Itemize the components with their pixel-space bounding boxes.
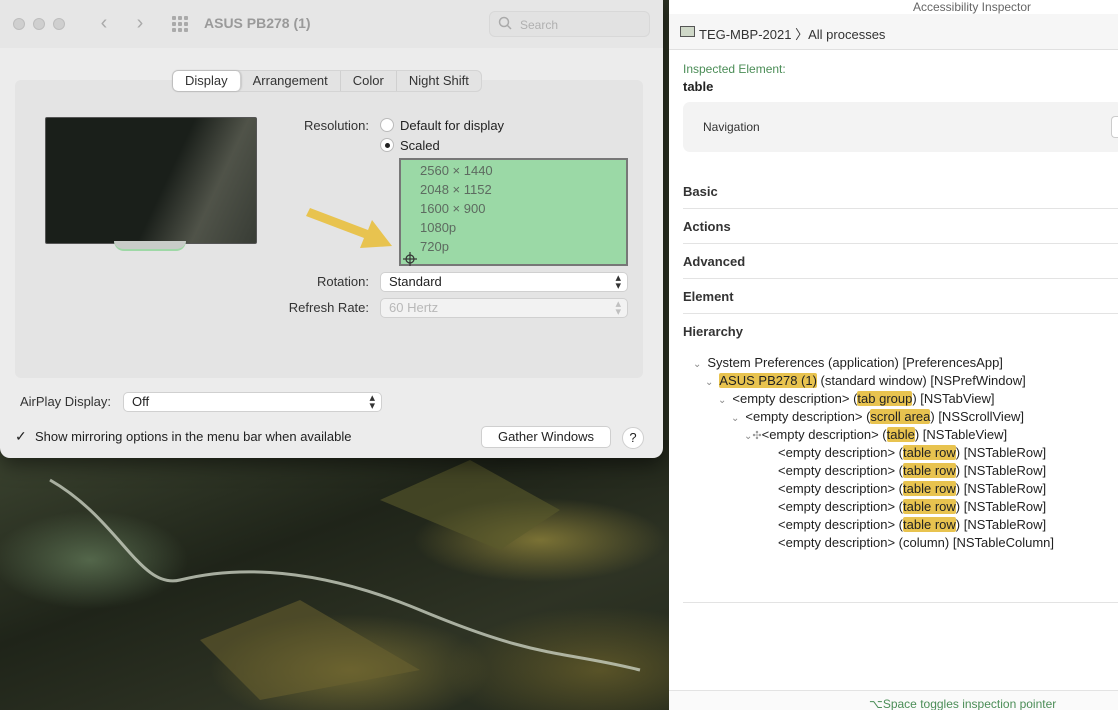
resolution-row-1600[interactable]: 1600 × 900 [420,201,485,216]
breadcrumb-host: TEG-MBP-2021 [699,27,792,42]
scaled-resolution-table[interactable]: 2560 × 1440 2048 × 1152 1600 × 900 1080p… [399,158,628,266]
display-preview [45,117,257,244]
section-element[interactable]: Element [683,279,1118,314]
default-for-display-label: Default for display [400,118,505,133]
airplay-display-popup[interactable]: Off ▴ ▾ [123,392,382,412]
highlight: scroll area [870,409,931,424]
highlight: table row [903,499,956,514]
resolution-row-720p[interactable]: 720p [420,239,449,254]
disclosure-chevron-icon[interactable]: ⌄ [705,377,713,388]
back-chevron-icon[interactable]: ‹ [94,12,114,35]
airplay-display-value: Off [132,394,150,409]
zoom-window-button[interactable] [53,18,65,30]
inspected-element-value: table [683,79,714,94]
computer-icon [680,26,695,37]
tree-row-table-row[interactable]: <empty description> (table row) [NSTable… [778,445,1046,460]
window-title: ASUS PB278 (1) [204,15,311,31]
gather-windows-button[interactable]: Gather Windows [481,426,611,448]
annotation-arrow-icon [306,208,392,248]
divider [683,602,1118,603]
breadcrumb-separator: 〉 [795,27,809,42]
tab-bar: Display Arrangement Color Night Shift [172,70,482,92]
tab-arrangement[interactable]: Arrangement [241,71,341,91]
disclosure-chevron-icon[interactable]: ⌄ [693,359,701,370]
inspection-pointer-hint: ⌥Space toggles inspection pointer [869,697,1057,710]
highlight: table row [903,445,956,460]
section-actions[interactable]: Actions [683,209,1118,244]
popup-chevrons-icon: ▴ ▾ [369,392,375,412]
rotation-value: Standard [389,274,442,289]
popup-chevrons-icon: ▴ ▾ [615,298,621,318]
inspection-target-icon: ✣ [752,430,762,442]
section-basic[interactable]: Basic [683,174,1118,209]
highlight: ASUS PB278 (1) [719,373,817,388]
inspected-element-label: Inspected Element: [683,62,786,76]
tab-color[interactable]: Color [341,71,397,91]
breadcrumb[interactable]: TEG-MBP-2021 〉All processes [699,24,885,43]
close-window-button[interactable] [13,18,25,30]
resolution-label: Resolution: [303,118,369,133]
search-field[interactable]: Search [489,11,650,37]
disclosure-chevron-icon[interactable]: ⌄ [718,395,726,406]
inspection-crosshair-icon [403,252,417,266]
scaled-label: Scaled [400,138,440,153]
tree-row-table-row[interactable]: <empty description> (table row) [NSTable… [778,499,1046,514]
window-title: Accessibility Inspector [913,0,1032,14]
desktop-wallpaper [0,440,670,710]
system-preferences-window: ‹ › ASUS PB278 (1) Search Display Arrang… [0,0,663,458]
tree-row-scroll-area[interactable]: ⌄ <empty description> (scroll area) [NSSc… [731,409,1024,424]
status-bar: ⌥Space toggles inspection pointer [669,690,1118,710]
help-button[interactable]: ? [622,427,644,449]
refresh-rate-popup[interactable]: 60 Hertz ▴ ▾ [380,298,628,318]
highlight: table row [903,463,956,478]
navigation-label: Navigation [703,120,760,134]
mirroring-options-label: Show mirroring options in the menu bar w… [35,429,352,444]
rotation-label: Rotation: [316,274,369,289]
forward-chevron-icon[interactable]: › [130,12,150,35]
accessibility-inspector-window: Accessibility Inspector TEG-MBP-2021 〉Al… [669,0,1118,710]
breadcrumb-target: All processes [808,27,886,42]
refresh-rate-label: Refresh Rate: [288,300,369,315]
resolution-row-2048[interactable]: 2048 × 1152 [420,182,492,197]
show-all-grid-icon[interactable] [172,16,188,32]
popup-chevrons-icon: ▴ ▾ [615,272,621,292]
disclosure-chevron-icon[interactable]: ⌄ [731,413,739,424]
tree-row-table-row[interactable]: <empty description> (table row) [NSTable… [778,481,1046,496]
tab-display[interactable]: Display [173,71,241,91]
tree-row-window[interactable]: ⌄ ASUS PB278 (1) (standard window) [NSPre… [705,373,1026,388]
search-placeholder: Search [520,18,559,32]
resolution-row-2560[interactable]: 2560 × 1440 [420,163,493,178]
navigation-button[interactable] [1111,116,1118,138]
target-chooser-bar[interactable]: TEG-MBP-2021 〉All processes [669,14,1118,50]
minimize-window-button[interactable] [33,18,45,30]
tree-row-table[interactable]: ⌄✣<empty description> (table) [NSTableVi… [744,427,1007,442]
section-advanced[interactable]: Advanced [683,244,1118,279]
refresh-rate-value: 60 Hertz [389,300,439,315]
search-icon [498,16,512,30]
tab-night-shift[interactable]: Night Shift [397,71,481,91]
highlight: table row [903,481,956,496]
mountain-road-image [49,460,641,700]
mirroring-options-checkbox[interactable]: ✓ [15,429,29,443]
highlight: table row [903,517,956,532]
tree-row-table-row[interactable]: <empty description> (table row) [NSTable… [778,463,1046,478]
navigation-panel: Navigation [683,102,1118,152]
scaled-radio[interactable] [380,138,394,152]
highlight: tab group [857,391,913,406]
airplay-display-label: AirPlay Display: [20,394,112,409]
rotation-popup[interactable]: Standard ▴ ▾ [380,272,628,292]
tree-row-table-row[interactable]: <empty description> (table row) [NSTable… [778,517,1046,532]
tree-row-table-column[interactable]: <empty description> (column) [NSTableCol… [778,535,1054,550]
default-for-display-radio[interactable] [380,118,394,132]
tree-row-application[interactable]: ⌄ System Preferences (application) [Prefe… [693,355,1003,370]
highlight: table [886,427,915,442]
tree-row-tab-group[interactable]: ⌄ <empty description> (tab group) [NSTabV… [718,391,994,406]
titlebar: ‹ › ASUS PB278 (1) Search [0,0,663,48]
display-preview-stand [114,241,186,251]
section-hierarchy[interactable]: Hierarchy [683,314,1118,349]
resolution-row-1080p[interactable]: 1080p [420,220,456,235]
